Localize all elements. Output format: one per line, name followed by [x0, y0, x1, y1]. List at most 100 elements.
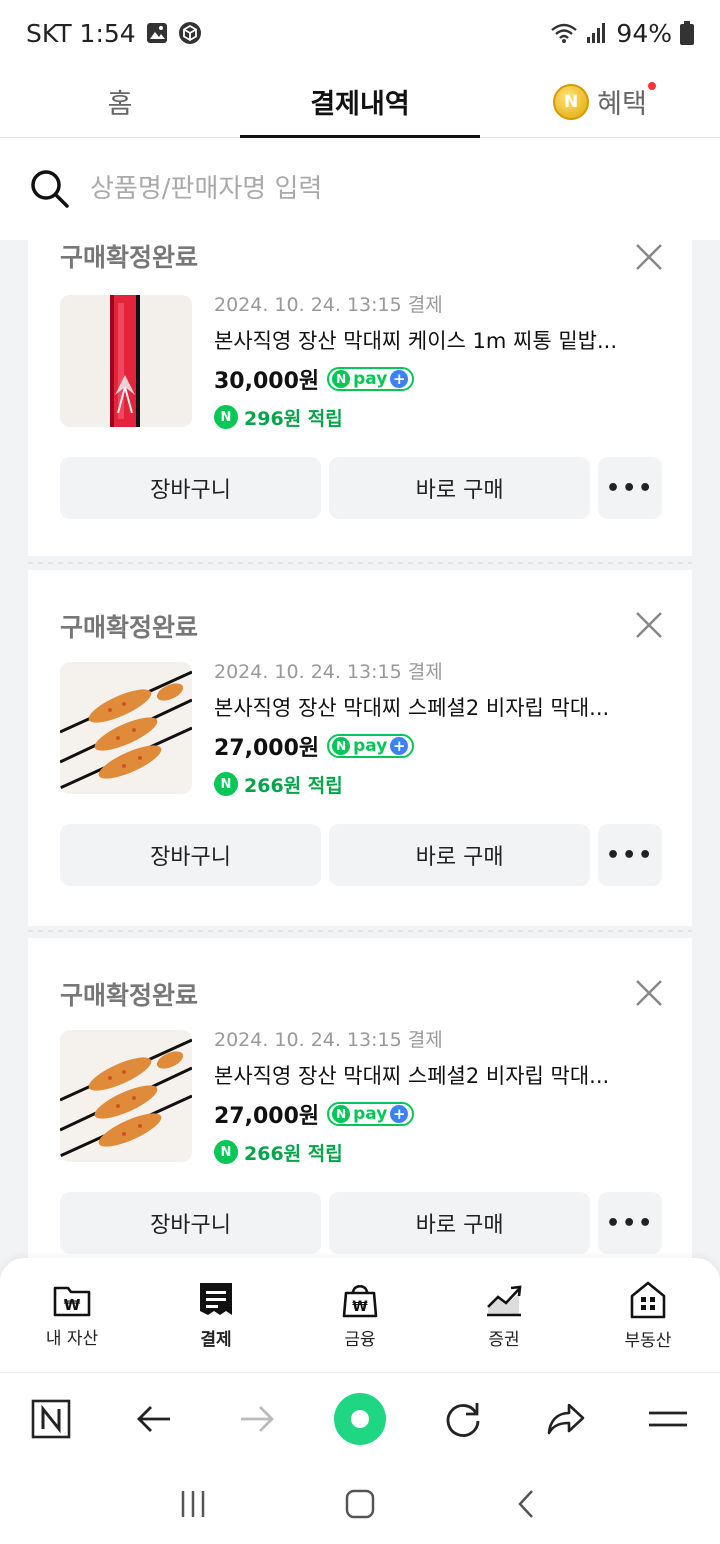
notification-dot: [648, 82, 656, 90]
nav-finance[interactable]: ₩ 금융: [288, 1258, 432, 1372]
reward-points: 266원 적립: [244, 774, 343, 797]
tab-benefits-label: 혜택: [597, 89, 647, 120]
product-price: 27,000원: [214, 1104, 320, 1129]
status-bar: SKT 1:54 94%: [0, 0, 720, 66]
divider: [28, 562, 692, 564]
plus-icon: +: [390, 1105, 409, 1123]
order-card: 구매확정완료 2024. 10. 24. 13:15 결제 본사직영 장산 막대…: [28, 570, 692, 926]
add-to-cart-button[interactable]: 장바구니: [60, 824, 322, 886]
payment-date: 2024. 10. 24. 13:15 결제: [214, 1029, 443, 1051]
search-input[interactable]: [90, 174, 650, 204]
search-icon[interactable]: [30, 169, 70, 209]
buy-now-button[interactable]: 바로 구매: [329, 1192, 591, 1254]
nav-securities-label: 증권: [488, 1329, 520, 1350]
order-card: 구매확정완료 2024. 10. 24. 13:15 결제 본사직영 장산 막대…: [28, 240, 692, 556]
nav-my-assets[interactable]: ₩ 내 자산: [0, 1258, 144, 1372]
npoint-icon: N: [214, 772, 238, 796]
wifi-icon: [551, 23, 578, 43]
close-icon[interactable]: [634, 610, 664, 640]
browser-toolbar: [0, 1372, 720, 1464]
refresh-button[interactable]: [433, 1389, 493, 1449]
tab-home[interactable]: 홈: [0, 66, 240, 137]
tab-home-label: 홈: [107, 89, 133, 120]
tab-payment-history[interactable]: 결제내역: [240, 66, 480, 138]
home-icon[interactable]: [345, 1489, 375, 1519]
npay-plus-badge: Npay +: [327, 734, 415, 758]
n-coin-icon: N: [553, 83, 590, 120]
bag-won-icon: ₩: [342, 1284, 378, 1317]
recent-apps-icon[interactable]: [178, 1489, 208, 1519]
svg-text:₩: ₩: [64, 1296, 81, 1314]
nav-securities[interactable]: 증권: [432, 1258, 576, 1372]
share-arrow-icon: [547, 1403, 584, 1434]
product-thumbnail[interactable]: [60, 1030, 192, 1162]
rod-case-image: [60, 295, 192, 427]
green-dot-button[interactable]: [330, 1389, 390, 1449]
n-logo-icon: N: [332, 370, 351, 388]
green-dot-icon: [333, 1392, 386, 1445]
more-options-button[interactable]: •••: [598, 457, 662, 519]
battery-icon: [680, 21, 694, 45]
top-tab-bar: 홈 결제내역 N 혜택: [0, 66, 720, 138]
nav-finance-label: 금융: [344, 1329, 376, 1350]
npay-label: pay: [353, 736, 388, 756]
refresh-icon: [446, 1402, 480, 1437]
more-options-button[interactable]: •••: [598, 824, 662, 886]
nav-payment-label: 결제: [200, 1329, 232, 1350]
add-to-cart-button[interactable]: 장바구니: [60, 1192, 322, 1254]
back-icon[interactable]: [512, 1489, 542, 1519]
close-icon[interactable]: [634, 242, 664, 272]
tab-benefits[interactable]: N 혜택: [480, 66, 720, 137]
menu-icon: [649, 1411, 688, 1426]
add-to-cart-button[interactable]: 장바구니: [60, 457, 322, 519]
nav-real-estate[interactable]: 부동산: [576, 1258, 720, 1372]
npay-plus-badge: Npay +: [327, 1102, 415, 1126]
system-nav-bar: [0, 1464, 720, 1544]
nav-my-assets-label: 내 자산: [45, 1328, 99, 1349]
building-icon: [630, 1281, 666, 1318]
more-options-button[interactable]: •••: [598, 1192, 662, 1254]
product-title[interactable]: 본사직영 장산 막대찌 스페셜2 비자립 막대...: [214, 1057, 664, 1095]
chart-up-icon: [487, 1285, 522, 1316]
buy-now-button[interactable]: 바로 구매: [329, 457, 591, 519]
search-bar: [0, 138, 720, 240]
reward-points: 266원 적립: [244, 1142, 343, 1165]
arrow-right-icon: [241, 1405, 275, 1432]
payment-date: 2024. 10. 24. 13:15 결제: [214, 661, 443, 683]
close-icon[interactable]: [634, 978, 664, 1008]
forward-button[interactable]: [227, 1389, 287, 1449]
reward-points: 296원 적립: [244, 407, 343, 430]
receipt-icon: [200, 1282, 232, 1315]
product-thumbnail[interactable]: [60, 295, 192, 427]
back-button[interactable]: [124, 1389, 184, 1449]
npay-plus-badge: Npay +: [327, 367, 415, 391]
arrow-left-icon: [137, 1405, 171, 1432]
order-list[interactable]: 구매확정완료 2024. 10. 24. 13:15 결제 본사직영 장산 막대…: [28, 240, 692, 1260]
menu-button[interactable]: [638, 1389, 698, 1449]
nav-payment[interactable]: 결제: [144, 1258, 288, 1372]
n-logo-icon: N: [332, 737, 351, 755]
product-title[interactable]: 본사직영 장산 막대찌 케이스 1m 찌통 밑밥...: [214, 322, 664, 360]
wallet-won-icon: ₩: [53, 1286, 91, 1316]
order-status: 구매확정완료: [60, 243, 199, 272]
nav-real-estate-label: 부동산: [624, 1330, 672, 1351]
product-price: 27,000원: [214, 736, 320, 761]
plus-icon: +: [390, 737, 409, 755]
npoint-icon: N: [214, 405, 238, 429]
npoint-icon: N: [214, 1140, 238, 1164]
npay-label: pay: [353, 369, 388, 389]
naver-n-icon: [32, 1399, 71, 1438]
share-button[interactable]: [536, 1389, 596, 1449]
product-thumbnail[interactable]: [60, 662, 192, 794]
order-card: 구매확정완료 2024. 10. 24. 13:15 결제 본사직영 장산 막대…: [28, 938, 692, 1260]
product-title[interactable]: 본사직영 장산 막대찌 스페셜2 비자립 막대...: [214, 689, 664, 727]
plus-icon: +: [390, 370, 409, 388]
svg-text:₩: ₩: [352, 1299, 368, 1315]
product-price: 30,000원: [214, 369, 320, 394]
order-status: 구매확정완료: [60, 613, 199, 642]
buy-now-button[interactable]: 바로 구매: [329, 824, 591, 886]
gallery-icon: [146, 23, 167, 43]
payment-date: 2024. 10. 24. 13:15 결제: [214, 294, 443, 316]
naver-home-button[interactable]: [21, 1389, 81, 1449]
n-logo-icon: N: [332, 1105, 351, 1123]
